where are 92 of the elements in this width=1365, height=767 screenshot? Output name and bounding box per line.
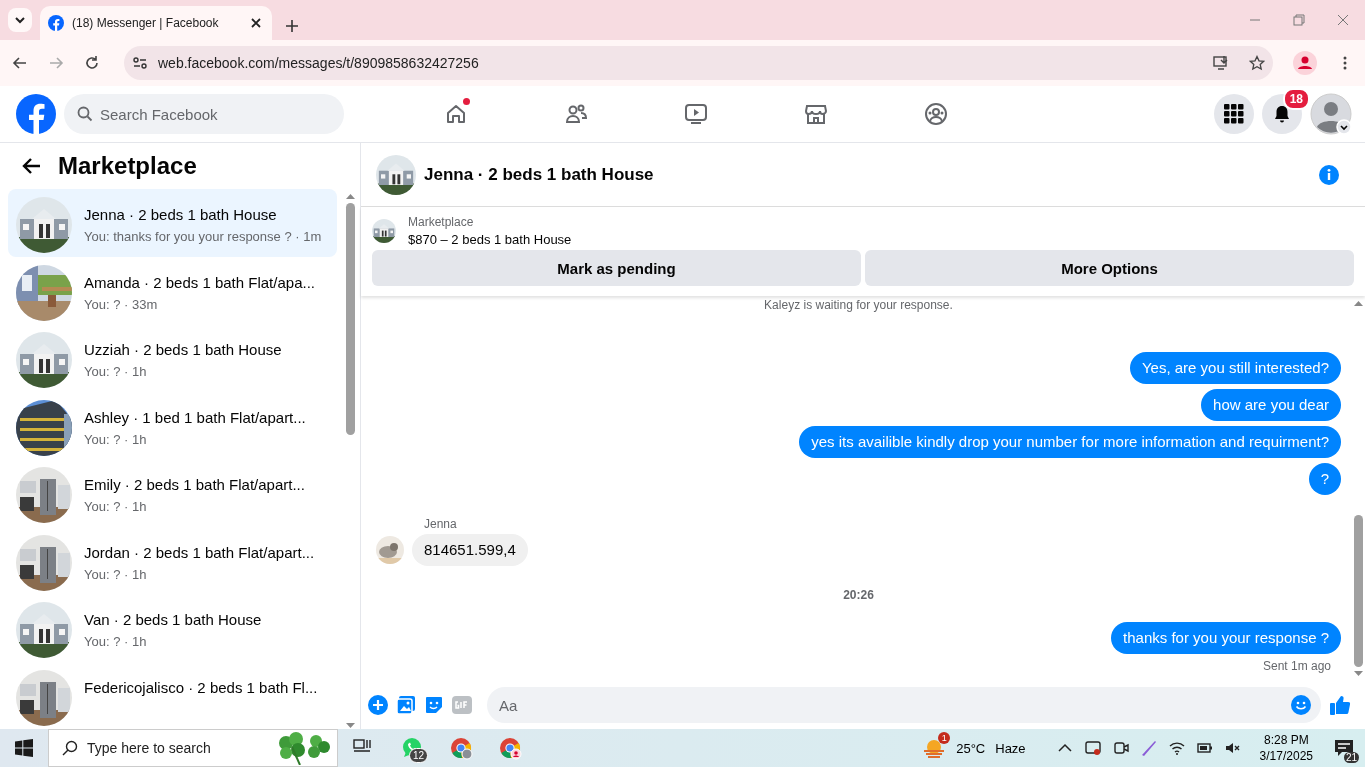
clock-time: 8:28 PM xyxy=(1263,732,1309,748)
groups-icon[interactable] xyxy=(924,102,948,126)
message-field[interactable]: Aa xyxy=(487,687,1321,723)
plus-icon[interactable] xyxy=(284,18,300,34)
install-icon[interactable] xyxy=(1213,55,1229,71)
action-button[interactable]: More Options xyxy=(865,250,1354,286)
app-badge: 12 xyxy=(408,748,428,763)
sent-status: Sent 1m ago xyxy=(1262,659,1331,673)
notification-count: 21 xyxy=(1343,752,1359,763)
menu-button[interactable] xyxy=(1214,94,1254,134)
conversation-title: Amanda · 2 beds 1 bath Flat/apa... xyxy=(84,273,315,292)
back-arrow-icon[interactable] xyxy=(22,156,42,176)
friends-icon[interactable] xyxy=(564,102,588,126)
marketplace-icon[interactable] xyxy=(804,102,828,126)
sent-message: thanks for you your response ? xyxy=(1111,622,1341,654)
message-preview: You: ? · 33m xyxy=(84,295,159,314)
message-preview: You: ? · 1h xyxy=(84,430,148,449)
sent-message: yes its availible kindly drop your number for more information and requirment? xyxy=(799,426,1341,458)
address-bar[interactable]: web.facebook.com/messages/t/8909858632427256 xyxy=(124,46,1273,80)
listing-price: $870 – 2 beds 1 bath House xyxy=(408,232,572,247)
conversation-title: Jenna · 2 beds 1 bath House xyxy=(84,206,278,224)
meet-now-icon[interactable] xyxy=(1083,739,1102,757)
grid-icon xyxy=(1224,104,1244,124)
tab-search-button[interactable] xyxy=(8,8,32,32)
camera-icon[interactable] xyxy=(1111,739,1130,757)
message-preview: You: ? · 1h xyxy=(84,565,148,584)
weather-condition: Haze xyxy=(995,740,1026,756)
conversation-item[interactable]: Emily · 2 beds 1 bath Flat/apart... You: ? · 1h xyxy=(8,459,337,527)
notification-badge: 18 xyxy=(1282,88,1310,110)
video-icon[interactable] xyxy=(684,102,708,126)
message-preview: You: ? · 1h xyxy=(84,633,148,651)
browser-icon[interactable] xyxy=(497,736,522,760)
action-button[interactable]: Mark as pending xyxy=(372,250,861,286)
windows-icon[interactable] xyxy=(15,739,33,757)
conversation-item[interactable]: Uzziah · 2 beds 1 bath House You: ? · 1h xyxy=(8,324,337,392)
star-icon[interactable] xyxy=(1249,55,1265,71)
conversation-title: Emily · 2 beds 1 bath Flat/apart... xyxy=(84,476,305,494)
temperature: 25°C xyxy=(956,740,986,756)
profile-icon[interactable] xyxy=(1293,51,1317,75)
facebook-icon xyxy=(48,15,64,31)
sender-name: Jenna xyxy=(424,517,458,531)
search-field[interactable]: Search Facebook xyxy=(64,94,344,134)
conversation-title: Ashley · 1 bed 1 bath Flat/apart... xyxy=(84,408,306,427)
sent-message: how are you dear xyxy=(1201,389,1341,421)
search-icon xyxy=(77,106,93,122)
plus-icon[interactable] xyxy=(368,695,388,715)
scroll-up-icon[interactable] xyxy=(346,193,355,199)
conversation-item[interactable]: Amanda · 2 beds 1 bath Flat/apa... You: ? · 33m xyxy=(8,256,337,324)
sent-message: ? xyxy=(1308,463,1341,495)
taskbar-search-field[interactable]: Type here to search xyxy=(48,729,338,767)
conversation-title: Jordan · 2 beds 1 bath Flat/apart... xyxy=(84,543,315,562)
sent-message: Yes, are you still interested? xyxy=(1129,352,1341,384)
chat-title: Jenna · 2 beds 1 bath House xyxy=(424,164,655,185)
weather-icon xyxy=(922,737,947,759)
photo-icon[interactable] xyxy=(396,695,416,715)
listing-label: Marketplace xyxy=(408,215,475,229)
conversation-item[interactable]: Jenna · 2 beds 1 bath House You: thanks for you your response ? · 1m xyxy=(8,189,337,257)
conversation-item[interactable]: Van · 2 beds 1 bath House You: ? · 1h xyxy=(8,594,337,662)
reload-icon[interactable] xyxy=(84,55,100,71)
thumbs-up-icon[interactable] xyxy=(1329,694,1351,716)
conversation-title: Van · 2 beds 1 bath House xyxy=(84,611,262,629)
scrollbar-thumb[interactable] xyxy=(346,203,355,435)
emoji-icon[interactable] xyxy=(1291,695,1311,715)
waiting-notice: Kaleyz is waiting for your response. xyxy=(764,298,953,312)
conversation-title: Uzziah · 2 beds 1 bath House xyxy=(84,341,282,359)
sidebar-title: Marketplace xyxy=(58,152,197,180)
notifications-button[interactable] xyxy=(1262,94,1302,134)
message-preview: You: ? · 1h xyxy=(84,498,148,516)
scrollbar-thumb[interactable] xyxy=(1354,515,1363,667)
back-icon[interactable] xyxy=(12,55,28,71)
conversation-item[interactable]: Ashley · 1 bed 1 bath Flat/apart... You: ? · 1h xyxy=(8,391,337,459)
home-icon[interactable] xyxy=(444,102,468,126)
site-settings-icon[interactable] xyxy=(132,55,148,71)
timestamp: 20:26 xyxy=(843,588,874,602)
pen-icon[interactable] xyxy=(1139,739,1158,757)
browser-icon[interactable] xyxy=(448,736,473,760)
received-message: 814651.599,4 xyxy=(412,534,528,566)
weather-badge: 1 xyxy=(938,732,951,744)
avatar-icon[interactable] xyxy=(1310,93,1352,135)
info-icon[interactable] xyxy=(1319,164,1339,185)
conversation-item[interactable]: Jordan · 2 beds 1 bath Flat/apart... You: ? · 1h xyxy=(8,526,337,594)
clock-date: 3/17/2025 xyxy=(1259,748,1313,764)
conversation-title: Federicojalisco · 2 beds 1 bath Fl... xyxy=(84,678,318,697)
message-preview: You: ? · 1h xyxy=(84,363,148,381)
scroll-up-icon[interactable] xyxy=(1354,300,1363,306)
sticker-icon[interactable] xyxy=(424,695,444,715)
message-preview: You: thanks for you your response ? · 1m xyxy=(84,228,322,246)
browser-tab[interactable]: (18) Messenger | Facebook xyxy=(40,6,272,40)
scroll-down-icon[interactable] xyxy=(1354,671,1363,677)
bell-icon xyxy=(1272,104,1292,124)
facebook-logo[interactable] xyxy=(16,94,56,134)
conversation-item[interactable]: Federicojalisco · 2 beds 1 bath Fl... xyxy=(8,661,337,729)
